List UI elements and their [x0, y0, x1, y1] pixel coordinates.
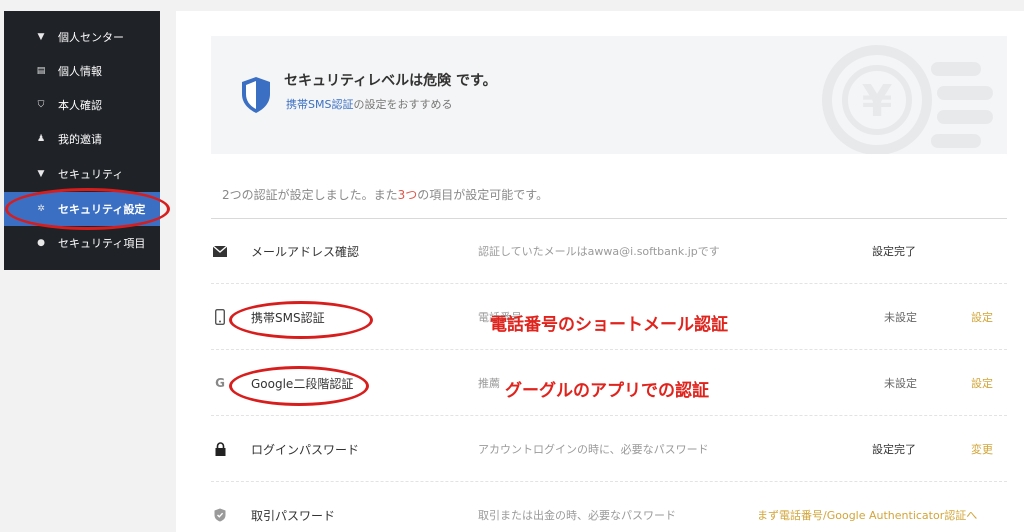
yen-coin-icon: ¥	[822, 45, 993, 154]
security-level-title: セキュリティレベルは危険 です。	[284, 70, 497, 90]
sms-annotation: 電話番号のショートメール認証	[490, 315, 728, 335]
shield-icon: ⛉	[37, 100, 45, 110]
security-recommendation: 携帯SMS認証の設定をおすすめる	[286, 96, 452, 112]
caret-down-icon: ▼	[37, 169, 45, 179]
sidebar-item-personal-info[interactable]: ▤ 個人情報	[4, 54, 160, 88]
security-level: 危険	[423, 73, 452, 89]
sidebar-item-label: セキュリティ	[58, 168, 124, 181]
row-name: メールアドレス確認	[251, 245, 360, 259]
shield-check-icon	[211, 505, 229, 525]
envelope-icon	[211, 241, 229, 261]
status-badge: 設定完了	[872, 443, 916, 456]
sidebar-item-security[interactable]: ▼ セキュリティ	[4, 157, 160, 191]
status-badge: 設定完了	[872, 245, 916, 258]
mobile-phone-icon	[211, 307, 229, 327]
id-card-icon: ▤	[36, 66, 46, 76]
status-badge: 未設定	[884, 377, 917, 390]
row-description: アカウントログインの時に、必要なパスワード	[478, 443, 709, 456]
sidebar-item-label: セキュリティ項目	[58, 237, 146, 250]
setup-prerequisite-link[interactable]: まず電話番号/Google Authenticator認証へ	[757, 507, 977, 523]
table-row-login-password: ログインパスワード アカウントログインの時に、必要なパスワード 設定完了 変更	[211, 417, 1007, 482]
sms-setup-button[interactable]: 設定	[971, 309, 993, 325]
annotation-ellipse	[229, 301, 373, 339]
sms-auth-link[interactable]: 携帯SMS認証	[286, 98, 353, 111]
recommendation-text: の設定をおすすめる	[353, 98, 453, 111]
sidebar-item-identity[interactable]: ⛉ 本人確認	[4, 88, 160, 122]
sidebar-item-label: 個人センター	[58, 31, 124, 44]
summary-part1: 2つの認証が設定しました。また	[222, 188, 398, 202]
lock-icon	[211, 439, 229, 459]
security-banner: セキュリティレベルは危険 です。 携帯SMS認証の設定をおすすめる ¥	[211, 36, 1007, 154]
row-description: 認証していたメールはawwa@i.softbank.jpです	[478, 245, 720, 258]
annotation-ellipse	[5, 188, 170, 230]
row-name: ログインパスワード	[251, 443, 360, 457]
svg-text:¥: ¥	[862, 76, 893, 127]
sidebar-item-label: 本人確認	[58, 99, 102, 112]
user-icon: ♟	[36, 134, 46, 144]
row-description: 取引または出金の時、必要なパスワード	[478, 509, 676, 522]
google-annotation: グーグルのアプリでの認証	[505, 381, 709, 401]
auth-summary: 2つの認証が設定しました。また3つの項目が設定可能です。	[222, 186, 548, 203]
row-name: 取引パスワード	[251, 509, 336, 523]
sidebar-item-security-items[interactable]: ● セキュリティ項目	[4, 226, 160, 260]
sidebar: ▼ 個人センター ▤ 個人情報 ⛉ 本人確認 ♟ 我的邀请 ▼ セキュリティ ✲…	[4, 11, 160, 270]
main-panel: セキュリティレベルは危険 です。 携帯SMS認証の設定をおすすめる ¥ 2つの認…	[176, 11, 1024, 532]
security-shield-icon	[242, 77, 270, 113]
caret-down-icon: ▼	[37, 32, 45, 42]
table-row-email: メールアドレス確認 認証していたメールはawwa@i.softbank.jpです…	[211, 219, 1007, 284]
row-description: 推薦	[478, 377, 500, 390]
sidebar-item-label: 我的邀请	[58, 133, 102, 146]
annotation-ellipse	[229, 366, 369, 406]
title-prefix: セキュリティレベルは	[284, 73, 424, 89]
change-password-button[interactable]: 変更	[971, 441, 993, 457]
status-badge: 未設定	[884, 311, 917, 324]
title-suffix: です。	[451, 73, 497, 89]
bulb-icon: ●	[37, 238, 45, 248]
table-row-trade-password: 取引パスワード 取引または出金の時、必要なパスワード まず電話番号/Google…	[211, 483, 1007, 532]
sidebar-item-personal-center[interactable]: ▼ 個人センター	[4, 20, 160, 54]
sidebar-item-invite[interactable]: ♟ 我的邀请	[4, 122, 160, 156]
available-count: 3つ	[397, 188, 418, 202]
summary-part2: の項目が設定可能です。	[417, 188, 549, 202]
google-icon: G	[215, 376, 225, 390]
google-setup-button[interactable]: 設定	[971, 375, 993, 391]
sidebar-item-label: 個人情報	[58, 65, 102, 78]
